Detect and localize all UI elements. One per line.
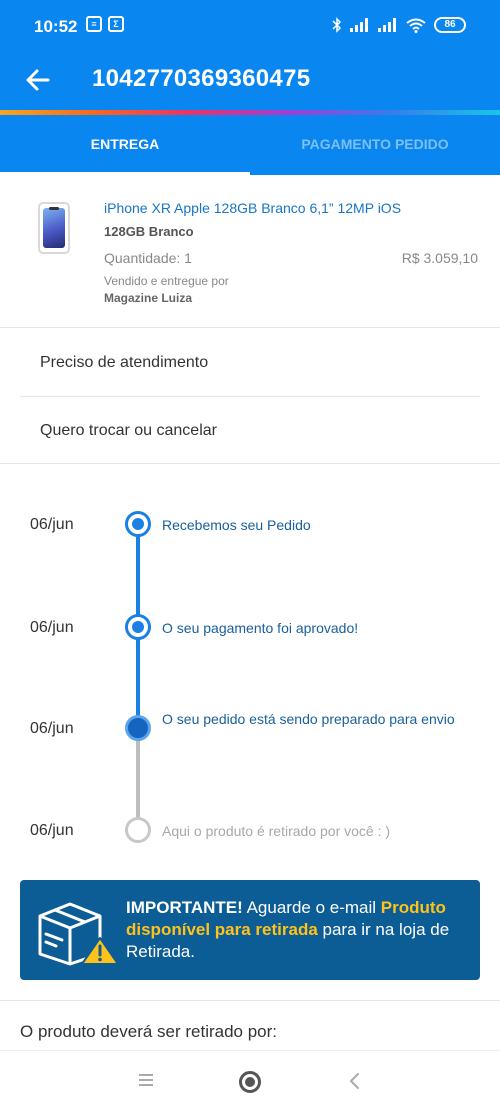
order-timeline: 06/jun Recebemos seu Pedido 06/jun O seu… [0, 464, 500, 864]
timeline-dot-pending [125, 817, 151, 843]
status-bar: 10:52 ≡ Σ 86 [0, 0, 500, 54]
product-card: iPhone XR Apple 128GB Branco 6,1” 12MP i… [0, 176, 500, 328]
signal-icon [350, 18, 370, 32]
arrow-left-icon[interactable] [24, 66, 52, 94]
battery-icon: 86 [434, 17, 466, 33]
tab-pagamento-pedido[interactable]: PAGAMENTO PEDIDO [250, 115, 500, 175]
notice-text: IMPORTANTE! Aguarde o e-mail Produto dis… [126, 897, 470, 963]
timeline-step-text: O seu pagamento foi aprovado! [162, 620, 359, 636]
important-notice: IMPORTANTE! Aguarde o e-mail Produto dis… [20, 880, 480, 980]
timeline-step-text: O seu pedido está sendo preparado para e… [162, 711, 455, 727]
package-warning-icon [38, 902, 119, 966]
timeline-date: 06/jun [30, 822, 74, 839]
product-image [38, 202, 70, 254]
wifi-icon [406, 18, 426, 33]
back-nav-icon[interactable] [348, 1071, 362, 1091]
timeline-dot-done [125, 614, 151, 640]
timeline-line-pending [136, 730, 140, 830]
product-quantity: Quantidade: 1 [104, 250, 192, 266]
home-icon[interactable] [239, 1071, 261, 1093]
notification-icon: ≡ [86, 16, 102, 32]
timeline-date: 06/jun [30, 619, 74, 636]
status-right-icons: 86 [332, 17, 466, 33]
notice-text-1: Aguarde o e-mail [242, 898, 381, 917]
recent-apps-icon[interactable] [139, 1074, 153, 1086]
product-name[interactable]: iPhone XR Apple 128GB Branco 6,1” 12MP i… [104, 200, 401, 216]
bluetooth-icon [332, 17, 342, 33]
app-bar: 1042770369360475 [0, 54, 500, 110]
timeline-step-text: Aqui o produto é retirado por você : ) [162, 823, 391, 839]
seller-label: Vendido e entregue por [104, 274, 229, 288]
status-left-icons: ≡ Σ [86, 16, 124, 32]
timeline-date: 06/jun [30, 720, 74, 737]
exchange-cancel-button[interactable]: Quero trocar ou cancelar [20, 397, 480, 465]
tab-bar: ENTREGA PAGAMENTO PEDIDO [0, 115, 500, 175]
product-variant: 128GB Branco [104, 224, 194, 239]
support-button[interactable]: Preciso de atendimento [20, 329, 480, 397]
seller-name: Magazine Luiza [104, 291, 193, 305]
timeline-dot-done [125, 511, 151, 537]
status-time: 10:52 [34, 17, 78, 36]
tab-entrega[interactable]: ENTREGA [0, 115, 250, 175]
timeline-step-text: Recebemos seu Pedido [162, 517, 311, 533]
app-icon: Σ [108, 16, 124, 32]
divider [0, 1000, 500, 1001]
timeline-date: 06/jun [30, 516, 74, 533]
page-title: 1042770369360475 [92, 65, 311, 92]
timeline-dot-current [125, 715, 151, 741]
pickup-label: O produto deverá ser retirado por: [20, 1022, 278, 1041]
notice-strong: IMPORTANTE! [126, 898, 243, 917]
system-nav-bar [0, 1050, 500, 1111]
signal-icon [378, 18, 398, 32]
product-price: R$ 3.059,10 [401, 250, 478, 266]
